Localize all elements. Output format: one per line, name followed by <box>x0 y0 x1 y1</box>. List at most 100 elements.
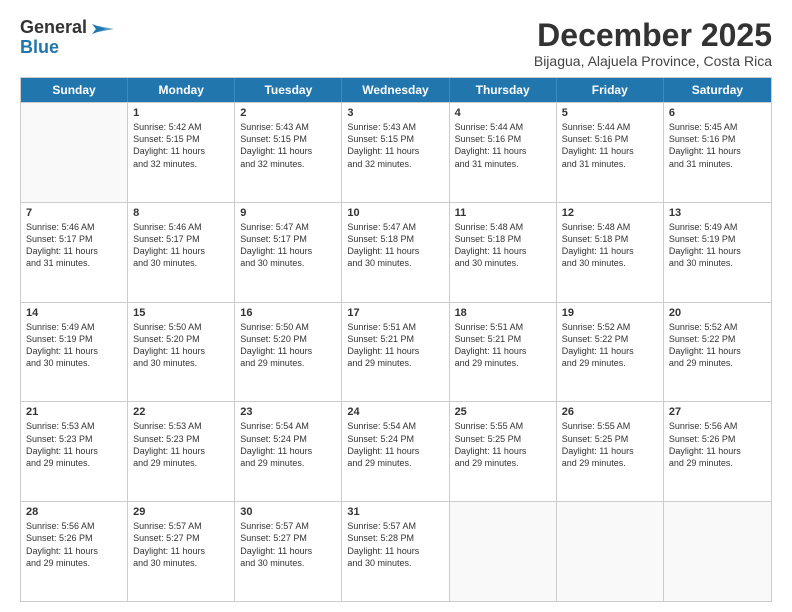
day-number: 9 <box>240 207 336 219</box>
logo-bird-icon <box>92 20 114 38</box>
calendar-cell: 23 Sunrise: 5:54 AM Sunset: 5:24 PM Dayli… <box>235 402 342 501</box>
cell-text: Sunrise: 5:52 AM Sunset: 5:22 PM Dayligh… <box>669 321 766 370</box>
calendar-cell: 16 Sunrise: 5:50 AM Sunset: 5:20 PM Dayli… <box>235 303 342 402</box>
calendar-cell: 15Sunrise: 5:50 AM Sunset: 5:20 PM Dayli… <box>128 303 235 402</box>
calendar-cell: 4 Sunrise: 5:44 AM Sunset: 5:16 PM Daylig… <box>450 103 557 202</box>
calendar-cell: 28 Sunrise: 5:56 AM Sunset: 5:26 PM Dayli… <box>21 502 128 601</box>
day-number: 2 <box>240 107 336 119</box>
calendar-cell: 20 Sunrise: 5:52 AM Sunset: 5:22 PM Dayli… <box>664 303 771 402</box>
calendar-cell <box>557 502 664 601</box>
calendar-cell: 29Sunrise: 5:57 AM Sunset: 5:27 PM Dayli… <box>128 502 235 601</box>
cell-text: Sunrise: 5:47 AM Sunset: 5:17 PM Dayligh… <box>240 221 336 270</box>
cell-text: Sunrise: 5:52 AM Sunset: 5:22 PM Dayligh… <box>562 321 658 370</box>
cell-text: Sunrise: 5:43 AM Sunset: 5:15 PM Dayligh… <box>240 121 336 170</box>
calendar-week-row: 14Sunrise: 5:49 AM Sunset: 5:19 PM Dayli… <box>21 302 771 402</box>
calendar-cell: 21Sunrise: 5:53 AM Sunset: 5:23 PM Dayli… <box>21 402 128 501</box>
day-number: 4 <box>455 107 551 119</box>
day-number: 8 <box>133 207 229 219</box>
calendar-cell <box>21 103 128 202</box>
day-number: 7 <box>26 207 122 219</box>
calendar-cell: 2 Sunrise: 5:43 AM Sunset: 5:15 PM Daylig… <box>235 103 342 202</box>
month-title: December 2025 <box>534 18 772 53</box>
cell-text: Sunrise: 5:48 AM Sunset: 5:18 PM Dayligh… <box>455 221 551 270</box>
calendar-cell: 11 Sunrise: 5:48 AM Sunset: 5:18 PM Dayli… <box>450 203 557 302</box>
cell-text: Sunrise: 5:50 AM Sunset: 5:20 PM Dayligh… <box>240 321 336 370</box>
calendar-cell <box>450 502 557 601</box>
cell-text: Sunrise: 5:56 AM Sunset: 5:26 PM Dayligh… <box>669 420 766 469</box>
cell-text: Sunrise: 5:55 AM Sunset: 5:25 PM Dayligh… <box>455 420 551 469</box>
cell-text: Sunrise: 5:56 AM Sunset: 5:26 PM Dayligh… <box>26 520 122 569</box>
day-number: 12 <box>562 207 658 219</box>
cell-text: Sunrise: 5:44 AM Sunset: 5:16 PM Dayligh… <box>562 121 658 170</box>
cell-text: Sunrise: 5:47 AM Sunset: 5:18 PM Dayligh… <box>347 221 443 270</box>
cell-text: Sunrise: 5:44 AM Sunset: 5:16 PM Dayligh… <box>455 121 551 170</box>
day-number: 20 <box>669 307 766 319</box>
day-number: 28 <box>26 506 122 518</box>
calendar-week-row: 7 Sunrise: 5:46 AM Sunset: 5:17 PM Daylig… <box>21 202 771 302</box>
calendar-week-row: 21 Sunrise: 5:53 AM Sunset: 5:23 PM Dayli… <box>21 401 771 501</box>
calendar-cell: 24Sunrise: 5:54 AM Sunset: 5:24 PM Dayli… <box>342 402 449 501</box>
calendar-header-cell: Monday <box>128 78 235 102</box>
day-number: 27 <box>669 406 766 418</box>
day-number: 17 <box>347 307 443 319</box>
day-number: 25 <box>455 406 551 418</box>
calendar-cell: 8 Sunrise: 5:46 AM Sunset: 5:17 PM Daylig… <box>128 203 235 302</box>
day-number: 18 <box>455 307 551 319</box>
logo: General Blue <box>20 18 114 58</box>
calendar-header-cell: Tuesday <box>235 78 342 102</box>
cell-text: Sunrise: 5:46 AM Sunset: 5:17 PM Dayligh… <box>133 221 229 270</box>
calendar-header-cell: Thursday <box>450 78 557 102</box>
cell-text: Sunrise: 5:53 AM Sunset: 5:23 PM Dayligh… <box>133 420 229 469</box>
cell-text: Sunrise: 5:50 AM Sunset: 5:20 PM Dayligh… <box>133 321 229 370</box>
day-number: 23 <box>240 406 336 418</box>
calendar-week-row: 1 Sunrise: 5:42 AM Sunset: 5:15 PM Daylig… <box>21 102 771 202</box>
day-number: 1 <box>133 107 229 119</box>
day-number: 5 <box>562 107 658 119</box>
cell-text: Sunrise: 5:51 AM Sunset: 5:21 PM Dayligh… <box>347 321 443 370</box>
calendar-cell: 14Sunrise: 5:49 AM Sunset: 5:19 PM Dayli… <box>21 303 128 402</box>
cell-text: Sunrise: 5:55 AM Sunset: 5:25 PM Dayligh… <box>562 420 658 469</box>
cell-text: Sunrise: 5:48 AM Sunset: 5:18 PM Dayligh… <box>562 221 658 270</box>
cell-text: Sunrise: 5:45 AM Sunset: 5:16 PM Dayligh… <box>669 121 766 170</box>
day-number: 26 <box>562 406 658 418</box>
calendar: SundayMondayTuesdayWednesdayThursdayFrid… <box>20 77 772 602</box>
day-number: 30 <box>240 506 336 518</box>
cell-text: Sunrise: 5:54 AM Sunset: 5:24 PM Dayligh… <box>240 420 336 469</box>
day-number: 6 <box>669 107 766 119</box>
logo-general-text: General <box>20 18 87 38</box>
calendar-cell: 26 Sunrise: 5:55 AM Sunset: 5:25 PM Dayli… <box>557 402 664 501</box>
day-number: 19 <box>562 307 658 319</box>
day-number: 10 <box>347 207 443 219</box>
calendar-cell: 6 Sunrise: 5:45 AM Sunset: 5:16 PM Daylig… <box>664 103 771 202</box>
page: General Blue December 2025 Bijagua, Alaj… <box>0 0 792 612</box>
calendar-cell: 19 Sunrise: 5:52 AM Sunset: 5:22 PM Dayli… <box>557 303 664 402</box>
day-number: 11 <box>455 207 551 219</box>
calendar-cell: 7 Sunrise: 5:46 AM Sunset: 5:17 PM Daylig… <box>21 203 128 302</box>
calendar-cell: 5 Sunrise: 5:44 AM Sunset: 5:16 PM Daylig… <box>557 103 664 202</box>
calendar-cell: 18Sunrise: 5:51 AM Sunset: 5:21 PM Dayli… <box>450 303 557 402</box>
cell-text: Sunrise: 5:49 AM Sunset: 5:19 PM Dayligh… <box>669 221 766 270</box>
calendar-header-cell: Wednesday <box>342 78 449 102</box>
calendar-cell: 12 Sunrise: 5:48 AM Sunset: 5:18 PM Dayli… <box>557 203 664 302</box>
day-number: 24 <box>347 406 443 418</box>
calendar-body: 1 Sunrise: 5:42 AM Sunset: 5:15 PM Daylig… <box>21 102 771 601</box>
day-number: 14 <box>26 307 122 319</box>
calendar-cell <box>664 502 771 601</box>
cell-text: Sunrise: 5:42 AM Sunset: 5:15 PM Dayligh… <box>133 121 229 170</box>
cell-text: Sunrise: 5:57 AM Sunset: 5:27 PM Dayligh… <box>133 520 229 569</box>
header: General Blue December 2025 Bijagua, Alaj… <box>20 18 772 69</box>
calendar-header-cell: Friday <box>557 78 664 102</box>
cell-text: Sunrise: 5:46 AM Sunset: 5:17 PM Dayligh… <box>26 221 122 270</box>
calendar-cell: 27 Sunrise: 5:56 AM Sunset: 5:26 PM Dayli… <box>664 402 771 501</box>
calendar-week-row: 28 Sunrise: 5:56 AM Sunset: 5:26 PM Dayli… <box>21 501 771 601</box>
cell-text: Sunrise: 5:43 AM Sunset: 5:15 PM Dayligh… <box>347 121 443 170</box>
day-number: 21 <box>26 406 122 418</box>
cell-text: Sunrise: 5:57 AM Sunset: 5:28 PM Dayligh… <box>347 520 443 569</box>
day-number: 3 <box>347 107 443 119</box>
calendar-cell: 10 Sunrise: 5:47 AM Sunset: 5:18 PM Dayli… <box>342 203 449 302</box>
day-number: 16 <box>240 307 336 319</box>
calendar-cell: 9 Sunrise: 5:47 AM Sunset: 5:17 PM Daylig… <box>235 203 342 302</box>
calendar-cell: 3 Sunrise: 5:43 AM Sunset: 5:15 PM Daylig… <box>342 103 449 202</box>
day-number: 13 <box>669 207 766 219</box>
calendar-header-cell: Sunday <box>21 78 128 102</box>
